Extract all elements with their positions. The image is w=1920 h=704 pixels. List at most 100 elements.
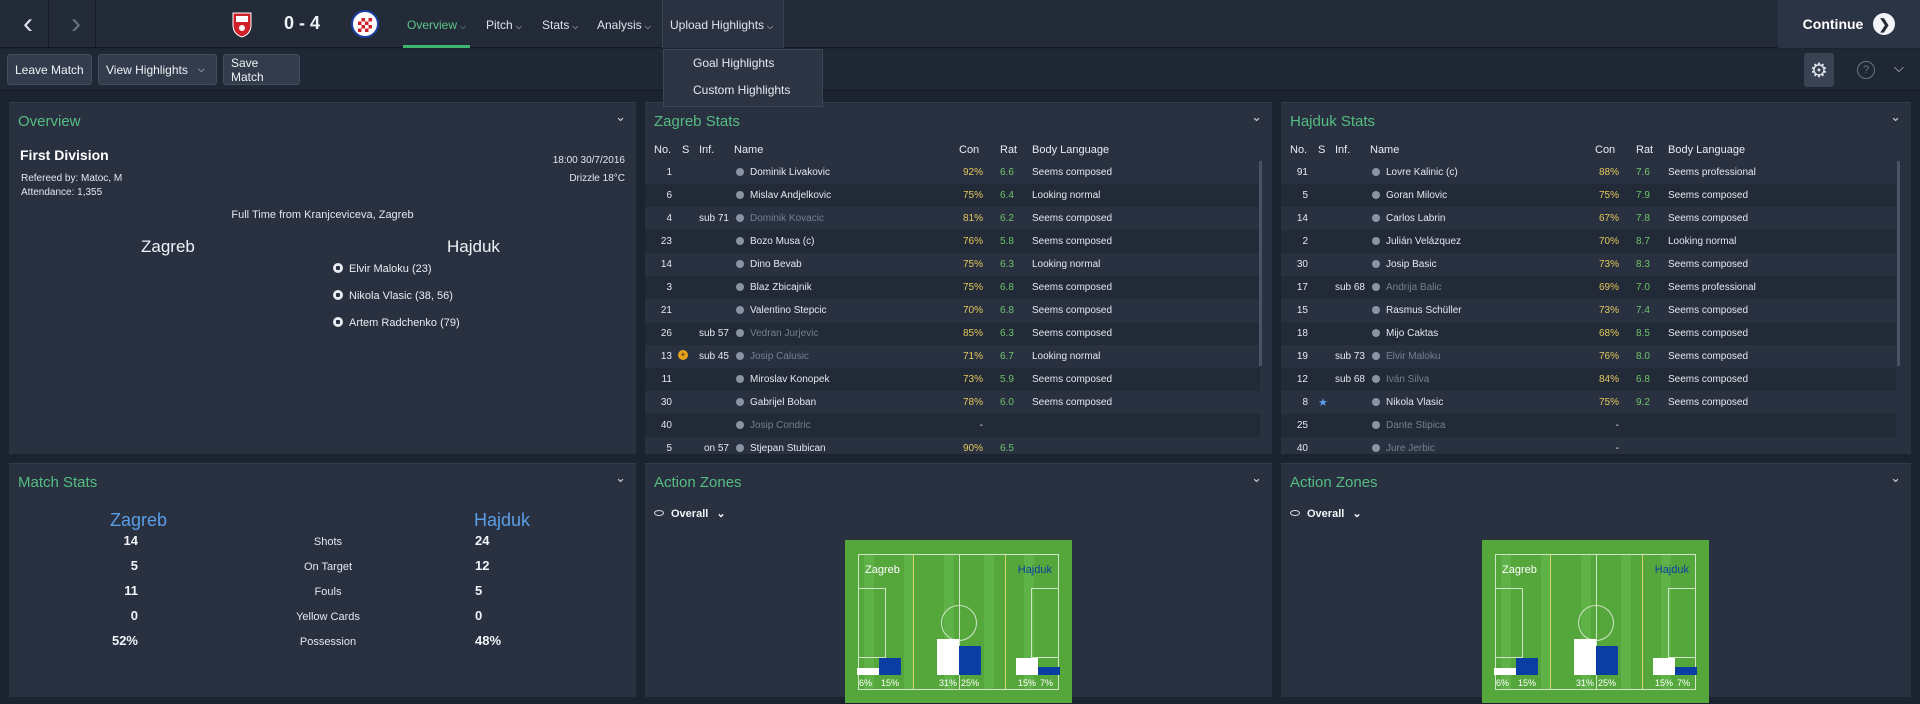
info-icon[interactable] [1372,444,1380,452]
player-name[interactable]: Carlos Labrin [1386,213,1445,224]
col-header-no[interactable]: No. [654,144,671,156]
info-icon[interactable] [736,329,744,337]
player-name[interactable]: Iván Silva [1386,374,1429,385]
save-match-button[interactable]: Save Match [223,54,300,85]
table-row[interactable]: 40 Jure Jerbic - [1281,437,1896,454]
col-header-s[interactable]: S [682,144,689,156]
table-row[interactable]: 19 sub 73 Elvir Maloku 76% 8.0 Seems composed [1281,345,1896,368]
player-name[interactable]: Dominik Kovacic [750,213,824,224]
info-icon[interactable] [1372,329,1380,337]
col-header-rat[interactable]: Rat [1636,144,1653,156]
tab-upload-highlights[interactable]: Upload Highlights ⌵ [670,0,773,48]
info-icon[interactable] [736,168,744,176]
chevron-down-icon[interactable]: ⌄ [1890,109,1901,125]
info-icon[interactable] [1372,191,1380,199]
player-name[interactable]: Stjepan Stubican [750,443,826,454]
player-name[interactable]: Jure Jerbic [1386,443,1435,454]
table-row[interactable]: 25 Dante Stipica - [1281,414,1896,437]
info-icon[interactable] [736,306,744,314]
info-icon[interactable] [736,444,744,452]
info-icon[interactable] [1372,260,1380,268]
player-name[interactable]: Andrija Balic [1386,282,1442,293]
info-icon[interactable] [736,237,744,245]
table-row[interactable]: 40 Josip Condric - [645,414,1260,437]
col-header-con[interactable]: Con [959,144,979,156]
player-name[interactable]: Nikola Vlasic [1386,397,1443,408]
col-header-s[interactable]: S [1318,144,1325,156]
player-name[interactable]: Dante Stipica [1386,420,1445,431]
table-row[interactable]: 5 Goran Milovic 75% 7.9 Seems composed [1281,184,1896,207]
player-name[interactable]: Miroslav Konopek [750,374,829,385]
tab-stats[interactable]: Stats ⌵ [542,0,578,48]
leave-match-button[interactable]: Leave Match [7,54,92,85]
info-icon[interactable] [736,283,744,291]
table-row[interactable]: 14 Carlos Labrin 67% 7.8 Seems composed [1281,207,1896,230]
player-name[interactable]: Dino Bevab [750,259,802,270]
player-name[interactable]: Gabrijel Boban [750,397,816,408]
tab-analysis[interactable]: Analysis ⌵ [597,0,651,48]
table-row[interactable]: 30 Gabrijel Boban 78% 6.0 Seems composed [645,391,1260,414]
info-icon[interactable] [736,214,744,222]
col-header-name[interactable]: Name [734,144,763,156]
chevron-down-icon[interactable]: ⌄ [1890,470,1901,486]
info-icon[interactable] [1372,352,1380,360]
info-icon[interactable] [1372,421,1380,429]
col-header-name[interactable]: Name [1370,144,1399,156]
tab-pitch[interactable]: Pitch ⌵ [486,0,522,48]
table-row[interactable]: 5 on 57 Stjepan Stubican 90% 6.5 [645,437,1260,454]
scrollbar[interactable] [1259,161,1262,366]
player-name[interactable]: Goran Milovic [1386,190,1447,201]
info-icon[interactable] [1372,237,1380,245]
table-row[interactable]: 11 Miroslav Konopek 73% 5.9 Seems composed [645,368,1260,391]
zone-filter-dropdown[interactable]: Overall ⌄ [1290,507,1362,520]
col-header-con[interactable]: Con [1595,144,1615,156]
player-name[interactable]: Lovre Kalinic (c) [1386,167,1458,178]
table-row[interactable]: 18 Mijo Caktas 68% 8.5 Seems composed [1281,322,1896,345]
table-row[interactable]: 91 Lovre Kalinic (c) 88% 7.6 Seems professio… [1281,161,1896,184]
table-row[interactable]: 26 sub 57 Vedran Jurjevic 85% 6.3 Seems compo… [645,322,1260,345]
table-row[interactable]: 17 sub 68 Andrija Balic 69% 7.0 Seems profess… [1281,276,1896,299]
chevron-down-icon[interactable]: ⌄ [615,470,626,486]
scrollbar[interactable] [1897,161,1900,366]
info-icon[interactable] [1372,375,1380,383]
table-row[interactable]: 14 Dino Bevab 75% 6.3 Looking normal [645,253,1260,276]
table-row[interactable]: 4 sub 71 Dominik Kovacic 81% 6.2 Seems compos… [645,207,1260,230]
continue-button[interactable]: Continue ❯ [1778,0,1920,48]
chevron-down-icon[interactable]: ⌵ [1894,60,1904,76]
info-icon[interactable] [1372,398,1380,406]
table-row[interactable]: 15 Rasmus Schüller 73% 7.4 Seems composed [1281,299,1896,322]
player-name[interactable]: Vedran Jurjevic [750,328,818,339]
settings-button[interactable]: ⚙ [1804,53,1834,87]
player-name[interactable]: Bozo Musa (c) [750,236,814,247]
table-row[interactable]: 12 sub 68 Iván Silva 84% 6.8 Seems composed [1281,368,1896,391]
info-icon[interactable] [736,191,744,199]
table-row[interactable]: 3 Blaz Zbicajnik 75% 6.8 Seems composed [645,276,1260,299]
col-header-body[interactable]: Body Language [1032,144,1109,156]
player-name[interactable]: Mislav Andjelkovic [750,190,831,201]
info-icon[interactable] [736,260,744,268]
table-row[interactable]: 30 Josip Basic 73% 8.3 Seems composed [1281,253,1896,276]
chevron-down-icon[interactable]: ⌄ [1251,109,1262,125]
tab-overview[interactable]: Overview ⌵ [402,0,471,48]
table-row[interactable]: 21 Valentino Stepcic 70% 6.8 Seems composed [645,299,1260,322]
view-highlights-button[interactable]: View Highlights ⌵ [98,54,217,85]
menu-item-custom-highlights[interactable]: Custom Highlights [664,77,822,104]
player-name[interactable]: Mijo Caktas [1386,328,1438,339]
zone-filter-dropdown[interactable]: Overall ⌄ [654,507,726,520]
player-name[interactable]: Julián Velázquez [1386,236,1461,247]
info-icon[interactable] [1372,306,1380,314]
col-header-rat[interactable]: Rat [1000,144,1017,156]
back-button[interactable]: ‹ [6,0,50,48]
help-icon[interactable]: ? [1857,61,1875,79]
chevron-down-icon[interactable]: ⌄ [615,109,626,125]
info-icon[interactable] [736,375,744,383]
col-header-body[interactable]: Body Language [1668,144,1745,156]
forward-button[interactable]: › [54,0,98,48]
table-row[interactable]: 13 + sub 45 Josip Calusic 71% 6.7 Looking norm… [645,345,1260,368]
info-icon[interactable] [736,352,744,360]
info-icon[interactable] [1372,214,1380,222]
player-name[interactable]: Valentino Stepcic [750,305,827,316]
player-name[interactable]: Elvir Maloku [1386,351,1440,362]
menu-item-goal-highlights[interactable]: Goal Highlights [664,50,822,77]
player-name[interactable]: Rasmus Schüller [1386,305,1462,316]
